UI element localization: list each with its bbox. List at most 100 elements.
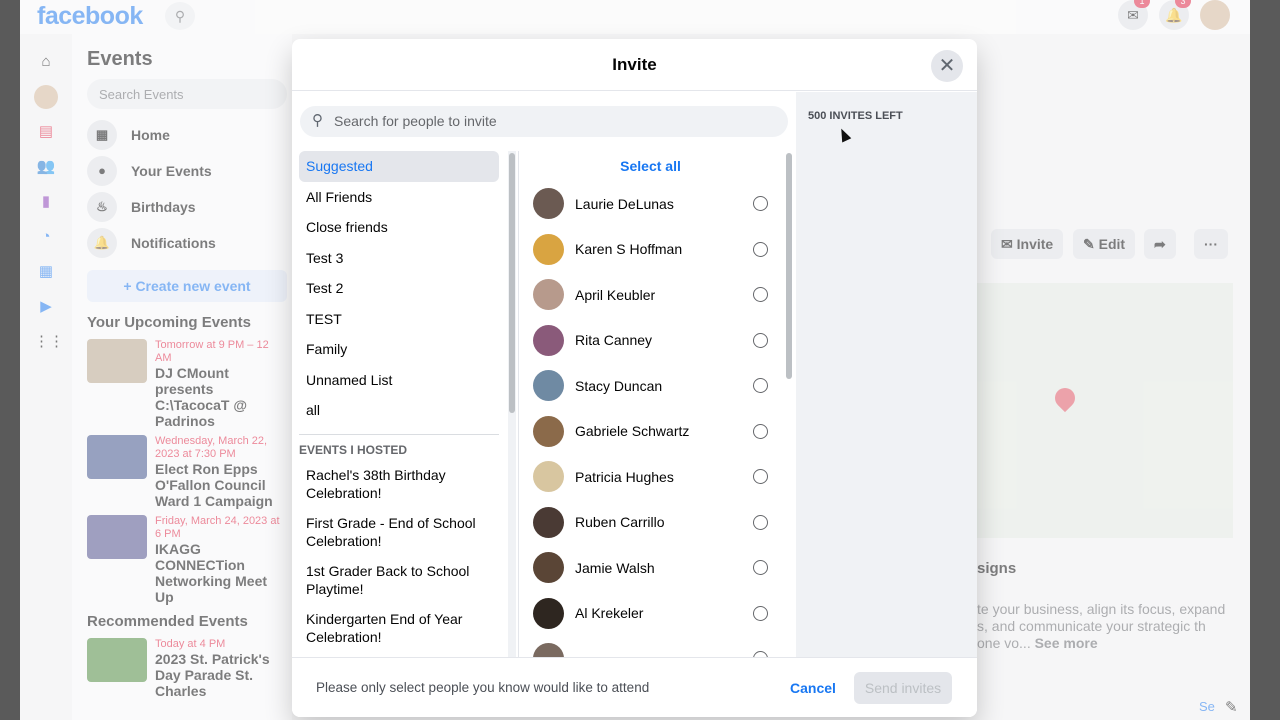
compose-icon[interactable]: ✎	[1225, 698, 1238, 716]
avatar	[533, 233, 564, 265]
events-icon[interactable]: ▤	[34, 120, 58, 144]
list-item[interactable]: All Friends	[299, 182, 499, 213]
event-date: Wednesday, March 22, 2023 at 7:30 PM	[155, 435, 268, 460]
avatar	[533, 461, 564, 493]
share-button[interactable]: ➦	[1144, 229, 1176, 259]
nav-label: Birthdays	[131, 199, 196, 215]
event-thumbnail	[87, 435, 147, 479]
footer-link[interactable]: Se	[1199, 699, 1215, 714]
select-all-button[interactable]: Select all	[519, 151, 782, 181]
select-radio[interactable]	[753, 287, 768, 303]
list-item[interactable]: Test 2	[299, 273, 499, 304]
nav-notifications[interactable]: 🔔 Notifications	[87, 226, 216, 260]
edit-label: Edit	[1098, 236, 1126, 252]
bell-icon[interactable]: 🔔 3	[1159, 0, 1191, 30]
person-row[interactable]	[519, 636, 782, 657]
list-item[interactable]: Test 3	[299, 243, 499, 274]
person-row[interactable]: Rita Canney	[519, 318, 782, 364]
send-invites-button[interactable]: Send invites	[854, 672, 952, 704]
profile-avatar[interactable]	[34, 85, 58, 109]
search-icon[interactable]: ⚲	[165, 2, 195, 30]
select-radio[interactable]	[753, 423, 768, 439]
events-search-input[interactable]: Search Events	[87, 79, 287, 109]
nav-home[interactable]: ▦ Home	[87, 118, 170, 152]
person-name: Rita Canney	[575, 332, 653, 349]
event-date: Friday, March 24, 2023 at 6 PM	[155, 515, 280, 540]
home-icon[interactable]: ⌂	[34, 50, 58, 74]
person-row[interactable]: Patricia Hughes	[519, 454, 782, 500]
hosted-event-item[interactable]: First Grade - End of School Celebration!	[299, 509, 499, 557]
people-scrollbar[interactable]	[786, 153, 792, 379]
messenger-badge: 1	[1134, 0, 1150, 8]
list-item[interactable]: TEST	[299, 304, 499, 335]
events-lists: Your Upcoming Events Tomorrow at 9 PM – …	[87, 312, 287, 699]
saved-icon[interactable]: ▮	[34, 190, 58, 214]
desc-text: te your business, align its focus, expan…	[977, 601, 1226, 651]
invite-button[interactable]: ✉ Invite	[991, 229, 1064, 259]
see-more-link[interactable]: See more	[1035, 635, 1098, 651]
person-row[interactable]: Stacy Duncan	[519, 363, 782, 409]
event-item[interactable]: Friday, March 24, 2023 at 6 PM IKAGG CONN…	[87, 515, 287, 605]
lists-scrollbar[interactable]	[509, 153, 515, 413]
top-bar: facebook ⚲ ✉ 1 🔔 3	[20, 0, 1250, 34]
list-item[interactable]: Suggested	[299, 151, 499, 182]
event-date: Tomorrow at 9 PM – 12 AM	[155, 339, 269, 364]
close-icon[interactable]: ✕	[931, 50, 963, 82]
memories-icon[interactable]: ◔	[34, 225, 58, 249]
person-name: Stacy Duncan	[575, 377, 663, 394]
avatar	[533, 552, 564, 584]
event-item[interactable]: Today at 4 PM 2023 St. Patrick's Day Para…	[87, 638, 287, 699]
desc-heading: signs	[977, 560, 1017, 577]
facebook-logo[interactable]: facebook	[37, 2, 143, 31]
create-event-button[interactable]: + Create new event	[87, 270, 287, 302]
person-row[interactable]: April Keubler	[519, 272, 782, 318]
watch-icon[interactable]: ▶	[34, 295, 58, 319]
hosted-event-item[interactable]: Rachel's 38th Birthday Celebration!	[299, 461, 499, 509]
menu-grid-icon[interactable]: ⋮⋮	[34, 330, 64, 354]
events-title: Events	[87, 48, 153, 70]
person-name: Al Krekeler	[575, 605, 644, 622]
nav-your-events[interactable]: ● Your Events	[87, 154, 212, 188]
event-map[interactable]	[977, 283, 1233, 538]
select-radio[interactable]	[753, 196, 768, 212]
edit-button[interactable]: ✎ Edit	[1073, 229, 1136, 259]
list-item[interactable]: Close friends	[299, 212, 499, 243]
select-radio[interactable]	[753, 332, 768, 348]
hosted-event-item[interactable]: 1st Grader Back to School Playtime!	[299, 557, 499, 605]
people-search-input[interactable]: ⚲ Search for people to invite	[300, 106, 788, 137]
cancel-button[interactable]: Cancel	[790, 680, 836, 696]
person-row[interactable]: Laurie DeLunas	[519, 181, 782, 227]
list-item[interactable]: all	[299, 395, 499, 426]
person-name: Jamie Walsh	[575, 559, 655, 576]
person-row[interactable]: Jamie Walsh	[519, 545, 782, 591]
select-radio[interactable]	[753, 605, 768, 621]
nav-birthdays[interactable]: ♨ Birthdays	[87, 190, 196, 224]
avatar[interactable]	[1200, 0, 1230, 30]
event-item[interactable]: Wednesday, March 22, 2023 at 7:30 PM Elec…	[87, 435, 287, 509]
person-name: April Keubler	[575, 286, 656, 303]
selected-panel: 500 INVITES LEFT	[796, 92, 977, 658]
upcoming-heading: Your Upcoming Events	[87, 314, 251, 331]
hosted-event-item[interactable]: Kindergarten End of Year Celebration!	[299, 605, 499, 653]
event-thumbnail	[87, 339, 147, 383]
person-row[interactable]: Karen S Hoffman	[519, 227, 782, 273]
person-row[interactable]: Gabriele Schwartz	[519, 409, 782, 455]
select-radio[interactable]	[753, 514, 768, 530]
select-radio[interactable]	[753, 241, 768, 257]
select-radio[interactable]	[753, 560, 768, 576]
list-item[interactable]: Unnamed List	[299, 365, 499, 396]
dialog-footer: Please only select people you know would…	[292, 657, 977, 717]
messenger-icon[interactable]: ✉ 1	[1118, 0, 1150, 30]
nav-label: Notifications	[131, 235, 216, 251]
avatar	[533, 324, 564, 356]
list-item[interactable]: Family	[299, 334, 499, 365]
person-row[interactable]: Ruben Carrillo	[519, 500, 782, 546]
select-radio[interactable]	[753, 378, 768, 394]
select-radio[interactable]	[753, 469, 768, 485]
marketplace-icon[interactable]: ▦	[34, 260, 58, 284]
person-row[interactable]: Al Krekeler	[519, 591, 782, 637]
bell-icon: 🔔	[87, 228, 117, 258]
event-item[interactable]: Tomorrow at 9 PM – 12 AM DJ CMount presen…	[87, 339, 287, 429]
friends-icon[interactable]: 👥	[34, 155, 58, 179]
more-button[interactable]: ···	[1194, 229, 1228, 259]
